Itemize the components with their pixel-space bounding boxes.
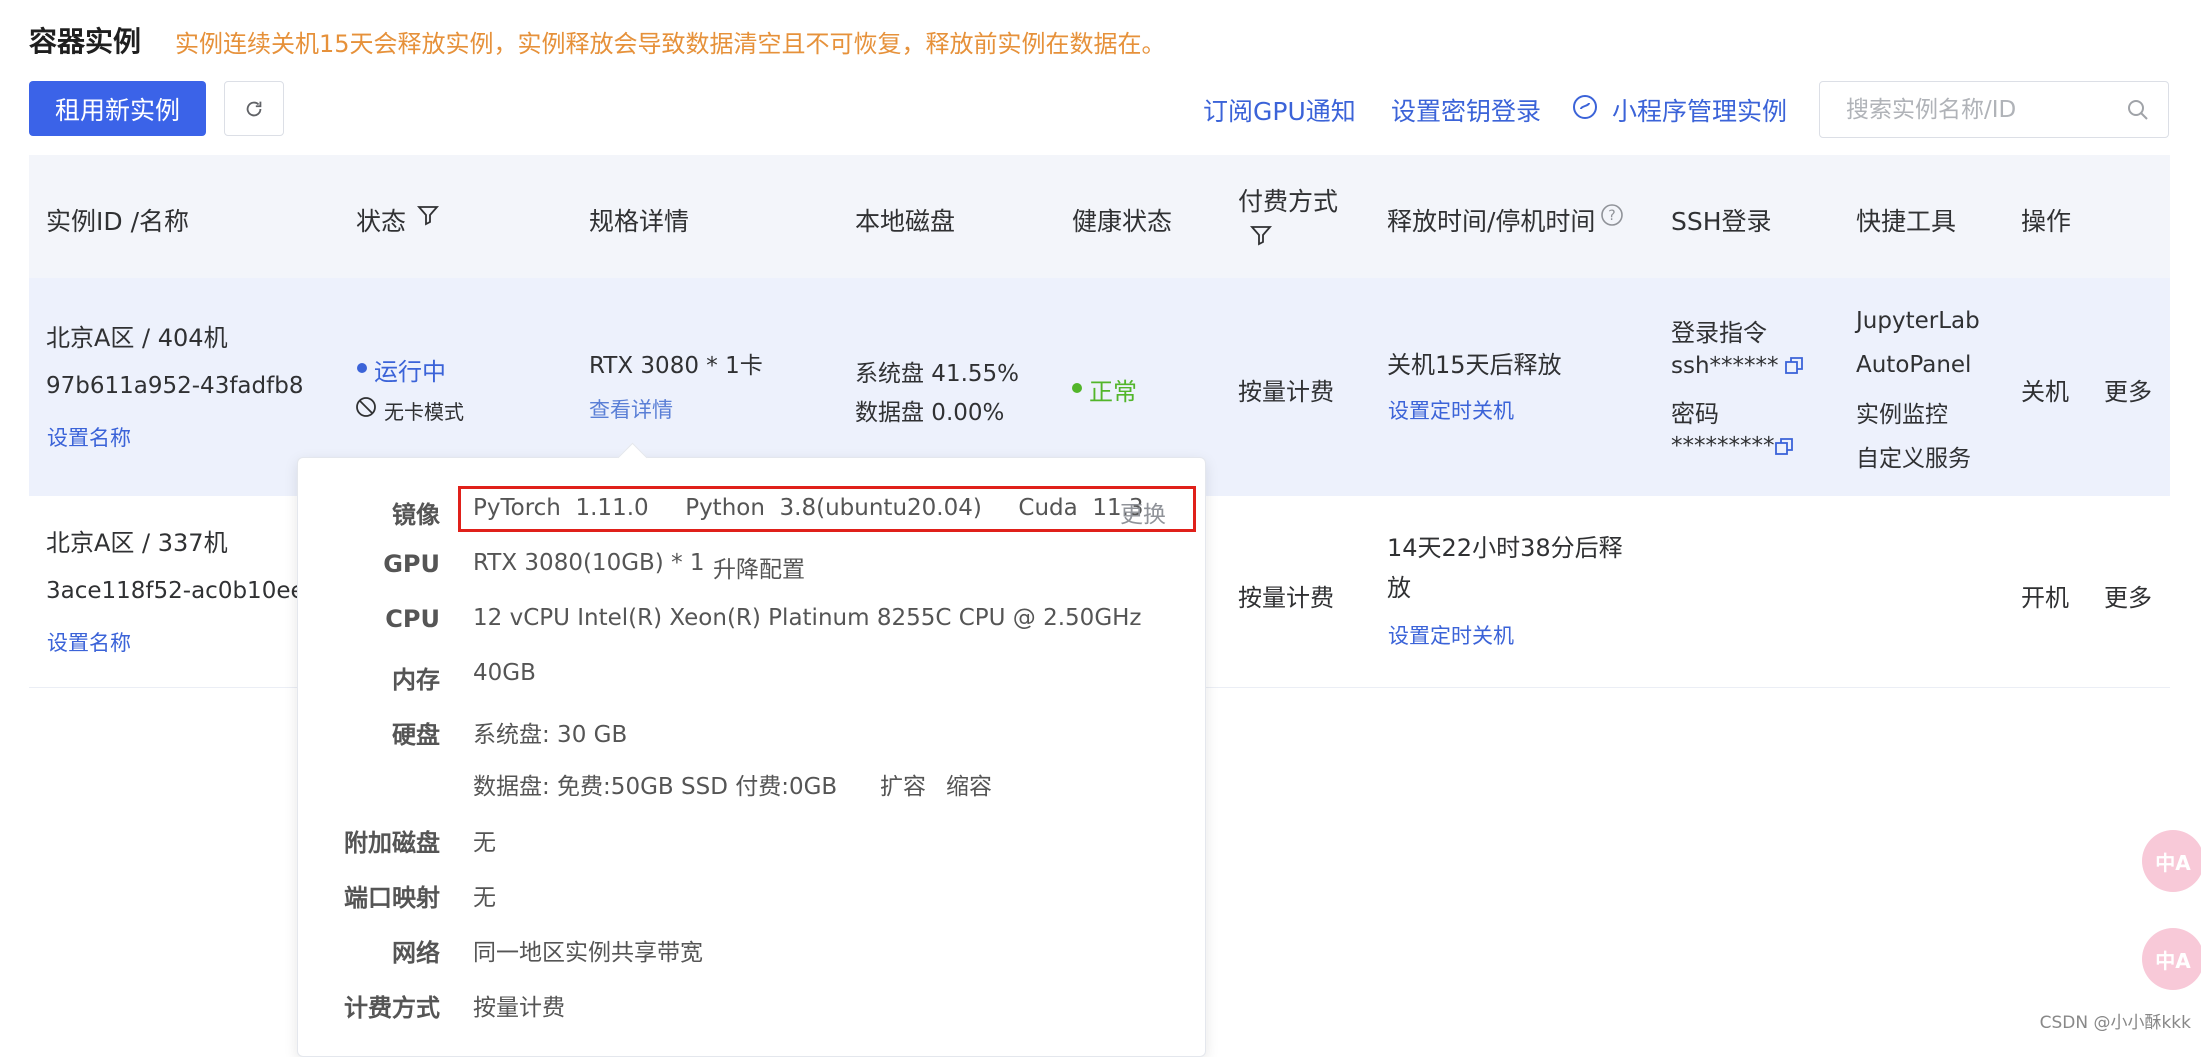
- set-key-login-link[interactable]: 设置密钥登录: [1391, 92, 1541, 128]
- instance-id: 97b611a952-43fadfb8: [46, 373, 304, 399]
- search-icon[interactable]: [2126, 98, 2150, 122]
- cpu-label: CPU: [385, 605, 440, 633]
- billing-value: 按量计费: [473, 995, 565, 1021]
- more-button[interactable]: 更多: [2104, 372, 2152, 407]
- gpu-value: RTX 3080(10GB) * 1: [473, 550, 705, 576]
- col-id-name: 实例ID /名称: [46, 207, 189, 236]
- subscribe-gpu-link[interactable]: 订阅GPU通知: [1203, 92, 1356, 128]
- release-time: 关机15天后释放: [1387, 351, 1562, 379]
- network-value: 同一地区实例共享带宽: [473, 940, 703, 966]
- instance-name-link[interactable]: 北京A区 / 404机: [46, 318, 228, 353]
- no-gpu-icon: [355, 396, 377, 422]
- billing-label: 计费方式: [344, 994, 440, 1022]
- cpu-value: 12 vCPU Intel(R) Xeon(R) Platinum 8255C …: [473, 605, 1142, 631]
- spec-summary: RTX 3080 * 1卡: [589, 353, 763, 379]
- copy-password-icon[interactable]: [1773, 436, 1795, 462]
- tool-autopanel-link[interactable]: AutoPanel: [1856, 352, 1971, 378]
- col-tools: 快捷工具: [1856, 207, 1957, 236]
- system-disk-value: 系统盘: 30 GB: [473, 722, 628, 748]
- watermark: CSDN @小小酥kkk: [2039, 1013, 2191, 1033]
- network-label: 网络: [392, 939, 440, 967]
- ssh-password-label: 密码: [1671, 400, 1719, 428]
- mini-program-link[interactable]: 小程序管理实例: [1612, 92, 1787, 128]
- tool-custom-service-link[interactable]: 自定义服务: [1856, 439, 1971, 473]
- no-gpu-mode: 无卡模式: [384, 400, 464, 424]
- view-spec-detail-link[interactable]: 查看详情: [589, 394, 673, 424]
- svg-text:?: ?: [1608, 208, 1615, 224]
- port-mapping-label: 端口映射: [344, 884, 440, 912]
- upgrade-config-link[interactable]: 升降配置: [713, 550, 805, 584]
- ssh-password: *********: [1671, 433, 1775, 459]
- billing-type: 按量计费: [1238, 584, 1334, 612]
- port-mapping-value: 无: [473, 885, 496, 911]
- gpu-label: GPU: [383, 550, 440, 578]
- data-disk-value: 数据盘: 免费:50GB SSD 付费:0GB: [473, 774, 838, 800]
- set-timer-shutdown-link[interactable]: 设置定时关机: [1388, 620, 1514, 650]
- power-on-button[interactable]: 开机: [2021, 578, 2069, 613]
- ssh-command: ssh******: [1671, 353, 1779, 379]
- status-running: 运行中: [374, 358, 446, 386]
- col-ssh: SSH登录: [1671, 207, 1772, 236]
- memory-value: 40GB: [473, 660, 536, 686]
- mini-program-icon: [1572, 94, 1598, 124]
- disk-label: 硬盘: [392, 721, 440, 749]
- copy-command-icon[interactable]: [1783, 355, 1805, 381]
- status-filter-icon[interactable]: [417, 204, 439, 230]
- set-timer-shutdown-link[interactable]: 设置定时关机: [1388, 395, 1514, 425]
- release-time: 14天22小时38分后释放: [1387, 534, 1623, 602]
- image-label: 镜像: [392, 501, 440, 529]
- translate-icon[interactable]: 中A: [2142, 830, 2201, 892]
- instance-name-link[interactable]: 北京A区 / 337机: [46, 523, 228, 558]
- shrink-disk-link[interactable]: 缩容: [946, 767, 992, 801]
- release-warning: 实例连续关机15天会释放实例，实例释放会导致数据清空且不可恢复，释放前实例在数据…: [175, 30, 1166, 58]
- memory-label: 内存: [392, 666, 440, 694]
- search-box: [1819, 81, 2169, 138]
- health-status: 正常: [1089, 378, 1137, 406]
- help-icon[interactable]: ?: [1600, 203, 1624, 231]
- expand-disk-link[interactable]: 扩容: [880, 767, 926, 801]
- image-highlight-box: [458, 486, 1196, 532]
- col-status: 状态: [356, 207, 407, 236]
- rent-new-instance-button[interactable]: 租用新实例: [29, 81, 206, 136]
- health-dot-icon: [1072, 383, 1082, 393]
- translate-icon[interactable]: 中A: [2142, 928, 2201, 990]
- search-input[interactable]: [1844, 82, 2118, 137]
- refresh-button[interactable]: [224, 81, 284, 136]
- more-button[interactable]: 更多: [2104, 578, 2152, 613]
- data-disk-usage: 数据盘 0.00%: [855, 400, 1005, 426]
- col-billing: 付费方式: [1238, 187, 1339, 216]
- instance-id: 3ace118f52-ac0b10ee: [46, 578, 305, 604]
- extra-disk-value: 无: [473, 830, 496, 856]
- ssh-command-label: 登录指令: [1671, 319, 1767, 347]
- refresh-icon: [246, 101, 262, 116]
- billing-type: 按量计费: [1238, 378, 1334, 406]
- col-ops: 操作: [2021, 207, 2072, 236]
- set-name-link[interactable]: 设置名称: [47, 422, 131, 452]
- tool-jupyterlab-link[interactable]: JupyterLab: [1856, 308, 1980, 334]
- col-health: 健康状态: [1072, 207, 1173, 236]
- tool-monitor-link[interactable]: 实例监控: [1856, 395, 1948, 429]
- col-release: 释放时间/停机时间: [1387, 207, 1596, 236]
- col-disk: 本地磁盘: [855, 207, 956, 236]
- system-disk-usage: 系统盘 41.55%: [855, 361, 1020, 387]
- set-name-link[interactable]: 设置名称: [47, 627, 131, 657]
- extra-disk-label: 附加磁盘: [344, 829, 440, 857]
- billing-filter-icon[interactable]: [1250, 224, 1272, 250]
- col-spec: 规格详情: [589, 207, 690, 236]
- running-dot-icon: [357, 363, 367, 373]
- page-title: 容器实例: [29, 25, 142, 58]
- shutdown-button[interactable]: 关机: [2021, 372, 2069, 407]
